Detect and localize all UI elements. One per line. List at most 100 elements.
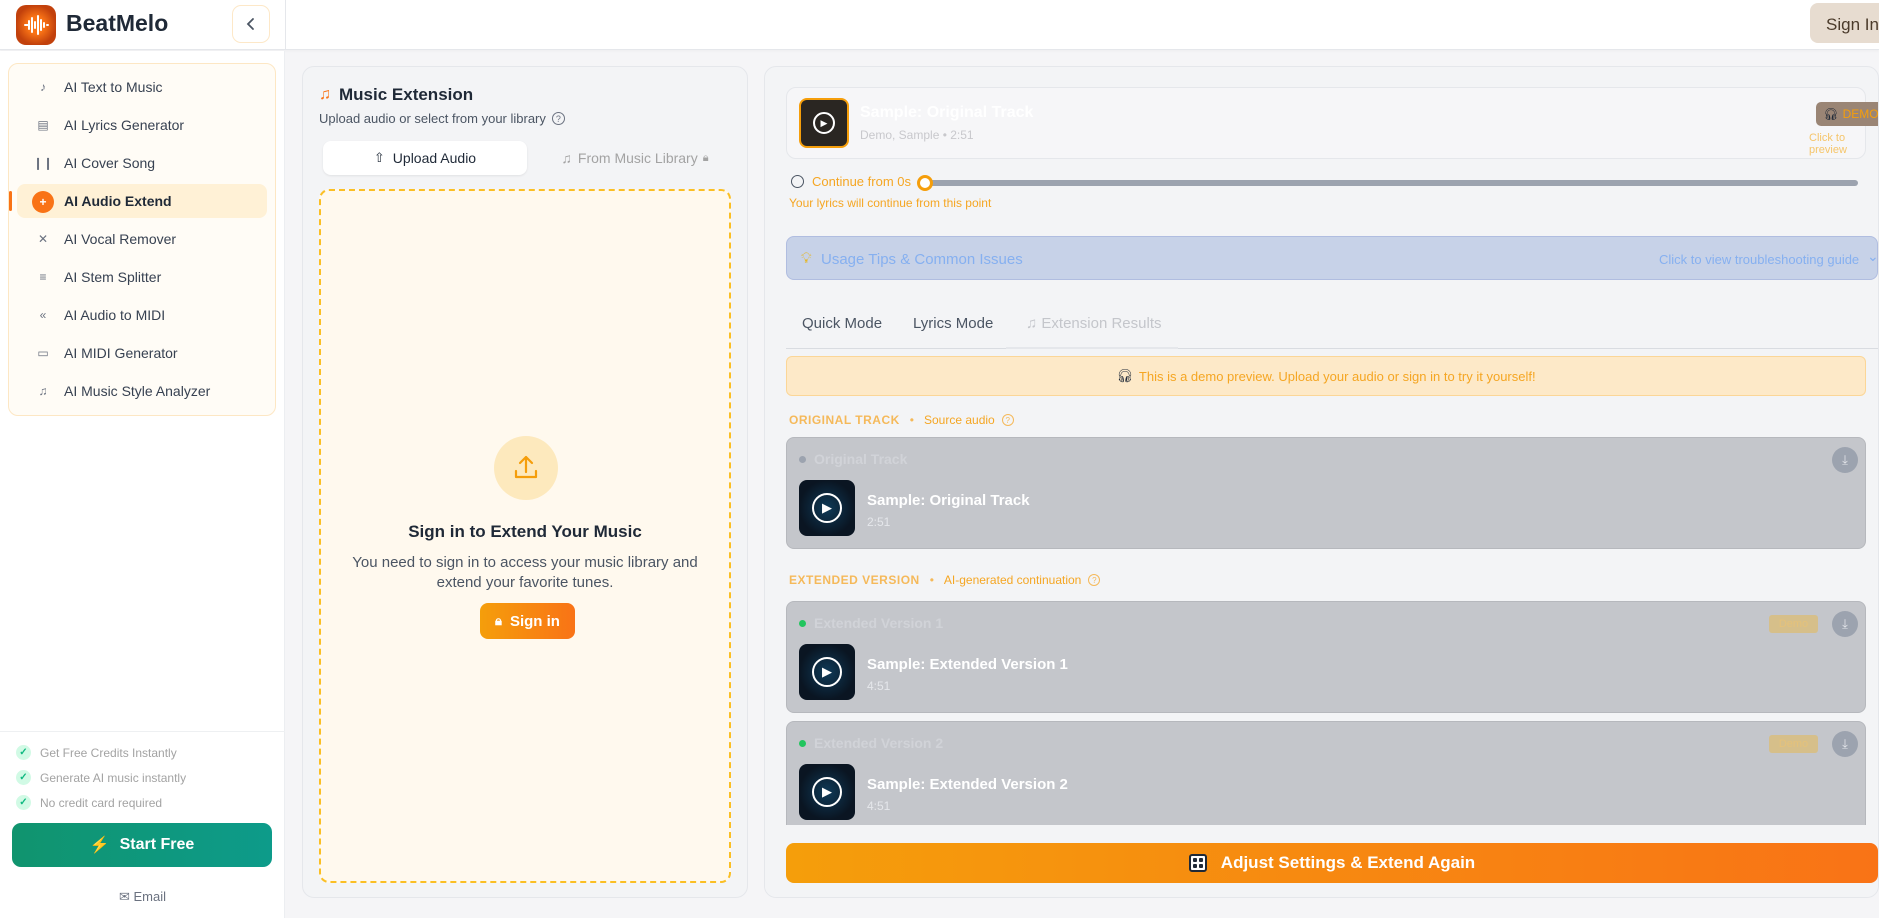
midi-icon: ▭ [37, 346, 49, 360]
dropzone-title: Sign in to Extend Your Music [408, 522, 642, 541]
demo-tag: Demo [1769, 735, 1818, 753]
demo-banner-text: This is a demo preview. Upload your audi… [1138, 368, 1536, 384]
track-thumbnail[interactable]: ▶ [799, 480, 855, 536]
headphones-icon: 🎧︎ [1116, 368, 1133, 383]
sidebar-item-music-style-analyzer[interactable]: ♫ AI Music Style Analyzer [17, 374, 267, 408]
continue-text: Continue from 0s [812, 174, 911, 189]
track-thumbnail[interactable]: ▶ [799, 644, 855, 700]
track-name: Sample: Original Track [867, 492, 1030, 509]
sidebar-item-audio-extend[interactable]: + AI Audio Extend [9, 184, 267, 218]
track-header: Extended Version 1 [814, 615, 944, 631]
extended-track-card[interactable]: Extended Version 1 Demo ⤓ ▶ Sample: Exte… [786, 601, 1866, 713]
extended-track-card[interactable]: Extended Version 2 Demo ⤓ ▶ Sample: Exte… [786, 721, 1866, 833]
track-thumbnail[interactable]: ▶ [799, 98, 849, 148]
midi-convert-icon: « [39, 308, 47, 322]
demo-badge-label: DEMO [1842, 107, 1879, 121]
track-duration: 4:51 [867, 679, 891, 693]
sidebar-item-lyrics-generator[interactable]: ▤ AI Lyrics Generator [17, 108, 267, 142]
lock-icon: 🔒︎ [495, 613, 502, 628]
sidebar-item-text-to-music[interactable]: ♪ AI Text to Music [17, 70, 267, 104]
beatmelo-logo[interactable] [16, 5, 56, 45]
email-label: Email [133, 889, 167, 904]
track-header: Original Track [814, 451, 908, 467]
panel-title-text: Music Extension [339, 85, 474, 104]
grid-icon [1188, 854, 1207, 872]
email-link[interactable]: ✉ Email [0, 889, 285, 905]
download-icon[interactable]: ⤓ [1832, 731, 1858, 757]
download-icon[interactable]: ⤓ [1832, 611, 1858, 637]
analyzer-icon: ♫ [38, 384, 48, 398]
tab-label: From Music Library [577, 150, 698, 166]
sidebar-divider [0, 731, 285, 732]
track-header: Extended Version 2 [814, 735, 944, 751]
track-thumbnail[interactable]: ▶ [799, 764, 855, 820]
help-icon[interactable]: ? [1001, 414, 1014, 426]
tab-extension-results[interactable]: ♫ Extension Results [1026, 315, 1161, 332]
top-header: BeatMelo Sign In [0, 0, 1879, 50]
original-track-card[interactable]: Original Track ⤓ ▶ Sample: Original Trac… [786, 437, 1866, 549]
sidebar-item-vocal-remover[interactable]: ✕ AI Vocal Remover [17, 222, 267, 256]
help-icon[interactable]: ? [551, 112, 565, 125]
stem-icon: ≡ [39, 270, 47, 284]
start-free-label: Start Free [119, 836, 195, 853]
adjust-settings-button[interactable]: Adjust Settings & Extend Again [786, 843, 1878, 883]
extended-version-label: EXTENDED VERSION • AI-generated continua… [789, 573, 1101, 587]
sidebar-item-stem-splitter[interactable]: ≡ AI Stem Splitter [17, 260, 267, 294]
tab-music-library[interactable]: ♫ From Music Library 🔒︎ [535, 141, 735, 175]
upload-circle [494, 436, 558, 500]
status-dot [799, 620, 806, 627]
sidebar-item-audio-to-midi[interactable]: « AI Audio to MIDI [17, 298, 267, 332]
tab-quick-mode[interactable]: Quick Mode [802, 315, 882, 332]
track-duration: 4:51 [867, 799, 891, 813]
adjust-settings-label: Adjust Settings & Extend Again [1220, 853, 1476, 872]
section-subtitle: Source audio [923, 413, 995, 427]
sidebar-item-midi-generator[interactable]: ▭ AI MIDI Generator [17, 336, 267, 370]
sign-in-button[interactable]: 🔒︎ Sign in [480, 603, 575, 639]
help-icon[interactable]: ? [1088, 574, 1101, 586]
status-dot [799, 740, 806, 747]
tab-label: Extension Results [1041, 315, 1162, 332]
sidebar-item-label: AI Text to Music [64, 79, 163, 95]
music-note-icon: ♫ [319, 86, 331, 103]
sidebar-item-label: AI Vocal Remover [64, 231, 177, 247]
header-sign-in-button[interactable]: Sign In [1810, 3, 1879, 43]
chevron-down-icon[interactable]: ⌄ [1867, 248, 1878, 265]
sidebar: ♪ AI Text to Music ▤ AI Lyrics Generator… [0, 51, 285, 918]
sidebar-item-label: AI Music Style Analyzer [64, 383, 211, 399]
results-panel: ▶ Sample: Original Track Demo, Sample • … [764, 66, 1879, 898]
tab-lyrics-mode[interactable]: Lyrics Mode [913, 315, 993, 332]
start-free-button[interactable]: ⚡ Start Free [12, 823, 272, 867]
tips-link[interactable]: Click to view troubleshooting guide [1659, 252, 1859, 267]
lightbulb-icon: 💡︎ [801, 250, 812, 267]
usage-tips-panel[interactable]: 💡︎ Usage Tips & Common Issues Click to v… [786, 236, 1878, 280]
brand-name[interactable]: BeatMelo [66, 10, 168, 37]
sidebar-item-cover-song[interactable]: ❙❙ AI Cover Song [17, 146, 267, 180]
play-icon: ▶ [812, 777, 842, 807]
collapse-sidebar-button[interactable] [232, 5, 270, 43]
music-note-icon: ♫ [561, 150, 572, 166]
mode-tabs: Quick Mode Lyrics Mode ♫ Extension Resul… [786, 303, 1878, 349]
track-name: Sample: Extended Version 2 [867, 776, 1068, 793]
section-title: EXTENDED VERSION [789, 573, 920, 587]
panel-title: ♫ Music Extension [319, 85, 473, 105]
continue-slider-track[interactable] [924, 180, 1858, 186]
play-icon: ▶ [813, 112, 835, 134]
download-icon[interactable]: ⤓ [1832, 447, 1858, 473]
demo-banner: 🎧︎ This is a demo preview. Upload your a… [786, 356, 1866, 396]
music-note-icon: ♫ [1026, 315, 1042, 332]
tips-title: Usage Tips & Common Issues [821, 251, 1023, 268]
upload-dropzone[interactable]: Sign in to Extend Your Music You need to… [319, 189, 731, 883]
section-subtitle: AI-generated continuation [943, 573, 1082, 587]
continue-slider-thumb[interactable] [917, 175, 933, 191]
cover-icon: ❙❙ [32, 156, 54, 170]
sign-in-label: Sign in [509, 612, 560, 630]
lightning-icon: ⚡ [89, 837, 110, 854]
feature-item: ✓ Generate AI music instantly [16, 770, 186, 785]
tab-upload-audio[interactable]: ⇧ Upload Audio [323, 141, 527, 175]
feature-text: No credit card required [40, 795, 163, 810]
sidebar-item-label: AI Lyrics Generator [64, 117, 185, 133]
lyrics-icon: ▤ [37, 118, 49, 132]
source-track-card[interactable]: ▶ Sample: Original Track Demo, Sample • … [786, 87, 1878, 159]
active-indicator [9, 191, 12, 211]
header-divider [285, 0, 286, 50]
